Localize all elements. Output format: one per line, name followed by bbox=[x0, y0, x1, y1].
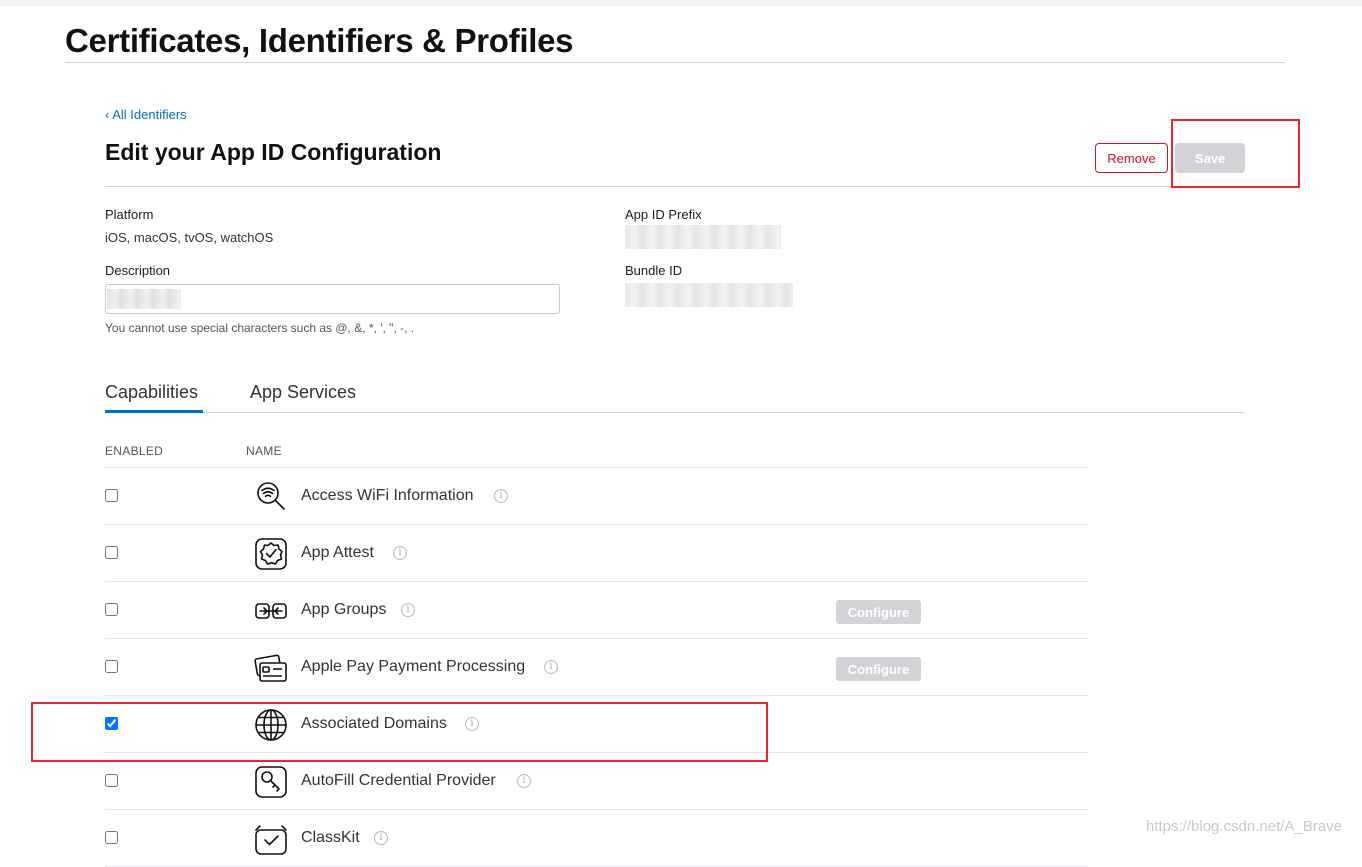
table-row: Apple Pay Payment Processing i Configure bbox=[105, 639, 1088, 696]
remove-button[interactable]: Remove bbox=[1095, 143, 1168, 173]
enable-checkbox-classkit[interactable] bbox=[105, 831, 118, 844]
info-icon[interactable]: i bbox=[517, 774, 531, 788]
description-label: Description bbox=[105, 263, 171, 278]
description-hint: You cannot use special characters such a… bbox=[105, 321, 415, 335]
info-icon[interactable]: i bbox=[494, 489, 508, 503]
info-icon[interactable]: i bbox=[401, 603, 415, 617]
section-divider bbox=[105, 186, 1245, 187]
table-row: App Groups i Configure bbox=[105, 582, 1088, 639]
enable-checkbox-app-attest[interactable] bbox=[105, 546, 118, 559]
enable-checkbox-autofill[interactable] bbox=[105, 774, 118, 787]
capability-name: App Attest bbox=[301, 544, 374, 561]
page-title: Certificates, Identifiers & Profiles bbox=[65, 22, 574, 59]
capability-name: Access WiFi Information bbox=[301, 487, 474, 504]
title-divider bbox=[65, 62, 1285, 63]
tabs-divider bbox=[105, 412, 1245, 413]
info-icon[interactable]: i bbox=[393, 546, 407, 560]
enable-checkbox-access-wifi[interactable] bbox=[105, 489, 118, 502]
associated-domains-highlight-box bbox=[31, 702, 768, 762]
table-row: ClassKit i bbox=[105, 810, 1088, 867]
column-header-enabled: ENABLED bbox=[105, 444, 164, 458]
tab-capabilities[interactable]: Capabilities bbox=[105, 382, 198, 403]
bundle-id-value-redacted bbox=[625, 283, 793, 307]
table-row: App Attest i bbox=[105, 525, 1088, 582]
platform-label: Platform bbox=[105, 207, 154, 222]
watermark: https://blog.csdn.net/A_Brave bbox=[1146, 818, 1342, 835]
classkit-icon bbox=[254, 822, 288, 856]
platform-value: iOS, macOS, tvOS, watchOS bbox=[105, 230, 274, 245]
active-tab-indicator bbox=[105, 410, 203, 413]
app-id-prefix-label: App ID Prefix bbox=[625, 207, 702, 222]
configure-button-app-groups[interactable]: Configure bbox=[836, 600, 921, 624]
save-highlight-box bbox=[1171, 119, 1300, 188]
all-identifiers-link[interactable]: ‹ All Identifiers bbox=[105, 107, 187, 122]
key-icon bbox=[254, 765, 288, 799]
enable-checkbox-apple-pay[interactable] bbox=[105, 660, 118, 673]
app-groups-icon bbox=[254, 594, 288, 628]
badge-check-icon bbox=[254, 537, 288, 571]
column-header-name: NAME bbox=[246, 444, 282, 458]
bundle-id-label: Bundle ID bbox=[625, 263, 683, 278]
app-id-prefix-value-redacted bbox=[625, 225, 781, 249]
table-row: Access WiFi Information i bbox=[105, 468, 1088, 525]
capability-name: AutoFill Credential Provider bbox=[301, 772, 496, 789]
info-icon[interactable]: i bbox=[544, 660, 558, 674]
capability-name: Apple Pay Payment Processing bbox=[301, 658, 526, 675]
credit-card-icon bbox=[254, 651, 288, 685]
top-bar bbox=[0, 0, 1362, 6]
configure-button-apple-pay[interactable]: Configure bbox=[836, 657, 921, 681]
description-input[interactable] bbox=[105, 284, 560, 314]
capability-name: ClassKit bbox=[301, 829, 360, 846]
section-title: Edit your App ID Configuration bbox=[105, 139, 442, 165]
enable-checkbox-app-groups[interactable] bbox=[105, 603, 118, 616]
tab-app-services[interactable]: App Services bbox=[250, 382, 356, 403]
wifi-search-icon bbox=[254, 480, 288, 514]
info-icon[interactable]: i bbox=[374, 831, 388, 845]
capability-name: App Groups bbox=[301, 601, 387, 618]
